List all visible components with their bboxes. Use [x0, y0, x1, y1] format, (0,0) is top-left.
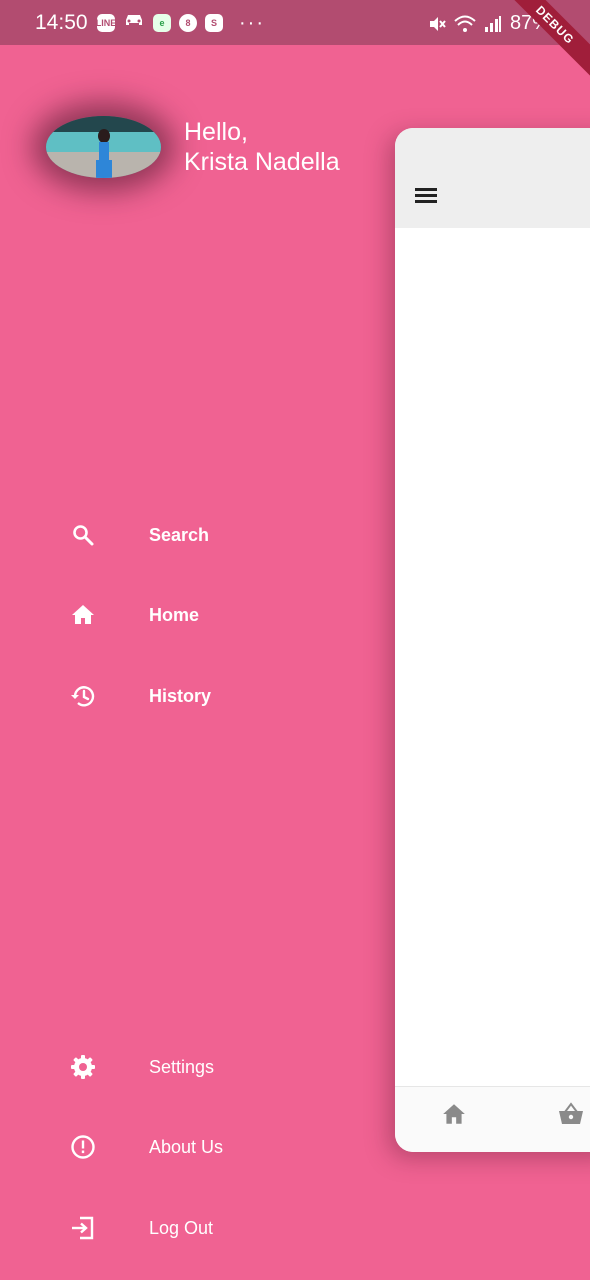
bottom-navigation: [395, 1086, 590, 1152]
app-bar: [395, 128, 590, 228]
mute-icon: [429, 16, 446, 31]
menu-item-label: History: [149, 685, 212, 706]
menu-item-search[interactable]: Search: [70, 515, 209, 555]
car-icon: [123, 12, 145, 33]
nav-home-icon[interactable]: [441, 1101, 467, 1127]
line-icon: LINE: [96, 13, 116, 32]
menu-item-about[interactable]: About Us: [70, 1127, 223, 1167]
home-icon: [70, 602, 96, 628]
b-circle-icon: 8: [179, 13, 197, 32]
info-icon: [70, 1134, 96, 1160]
evernote-icon: e: [153, 13, 171, 32]
notification-icons: LINE e 8 S ···: [96, 11, 265, 34]
menu-item-label: Log Out: [149, 1217, 214, 1238]
nav-basket-icon[interactable]: [557, 1101, 583, 1127]
user-name: Krista Nadella: [184, 148, 340, 176]
shopee-icon: S: [205, 13, 223, 32]
history-icon: [70, 683, 96, 709]
menu-item-history[interactable]: History: [70, 676, 211, 716]
menu-item-label: Home: [149, 604, 200, 625]
menu-item-settings[interactable]: Settings: [70, 1047, 214, 1087]
search-icon: [70, 522, 96, 548]
status-bar: 14:50 LINE e 8 S ··· 87%: [0, 0, 590, 45]
logout-icon: [70, 1215, 96, 1241]
gear-icon: [70, 1054, 96, 1080]
greeting-text: Hello,: [184, 118, 248, 146]
menu-item-label: Settings: [149, 1056, 215, 1077]
profile-photo: [46, 116, 161, 178]
menu-item-logout[interactable]: Log Out: [70, 1208, 213, 1248]
signal-icon: [484, 15, 501, 32]
status-time: 14:50: [35, 11, 88, 34]
avatar[interactable]: [46, 116, 161, 178]
menu-item-label: Search: [149, 524, 210, 545]
main-screen-panel[interactable]: [395, 128, 590, 1152]
profile-greeting: Hello, Krista Nadella: [184, 117, 340, 177]
menu-icon[interactable]: [415, 188, 437, 204]
menu-item-label: About Us: [149, 1136, 224, 1157]
menu-item-home[interactable]: Home: [70, 595, 199, 635]
more-notifications-icon: ···: [239, 11, 265, 34]
wifi-icon: [454, 15, 476, 32]
